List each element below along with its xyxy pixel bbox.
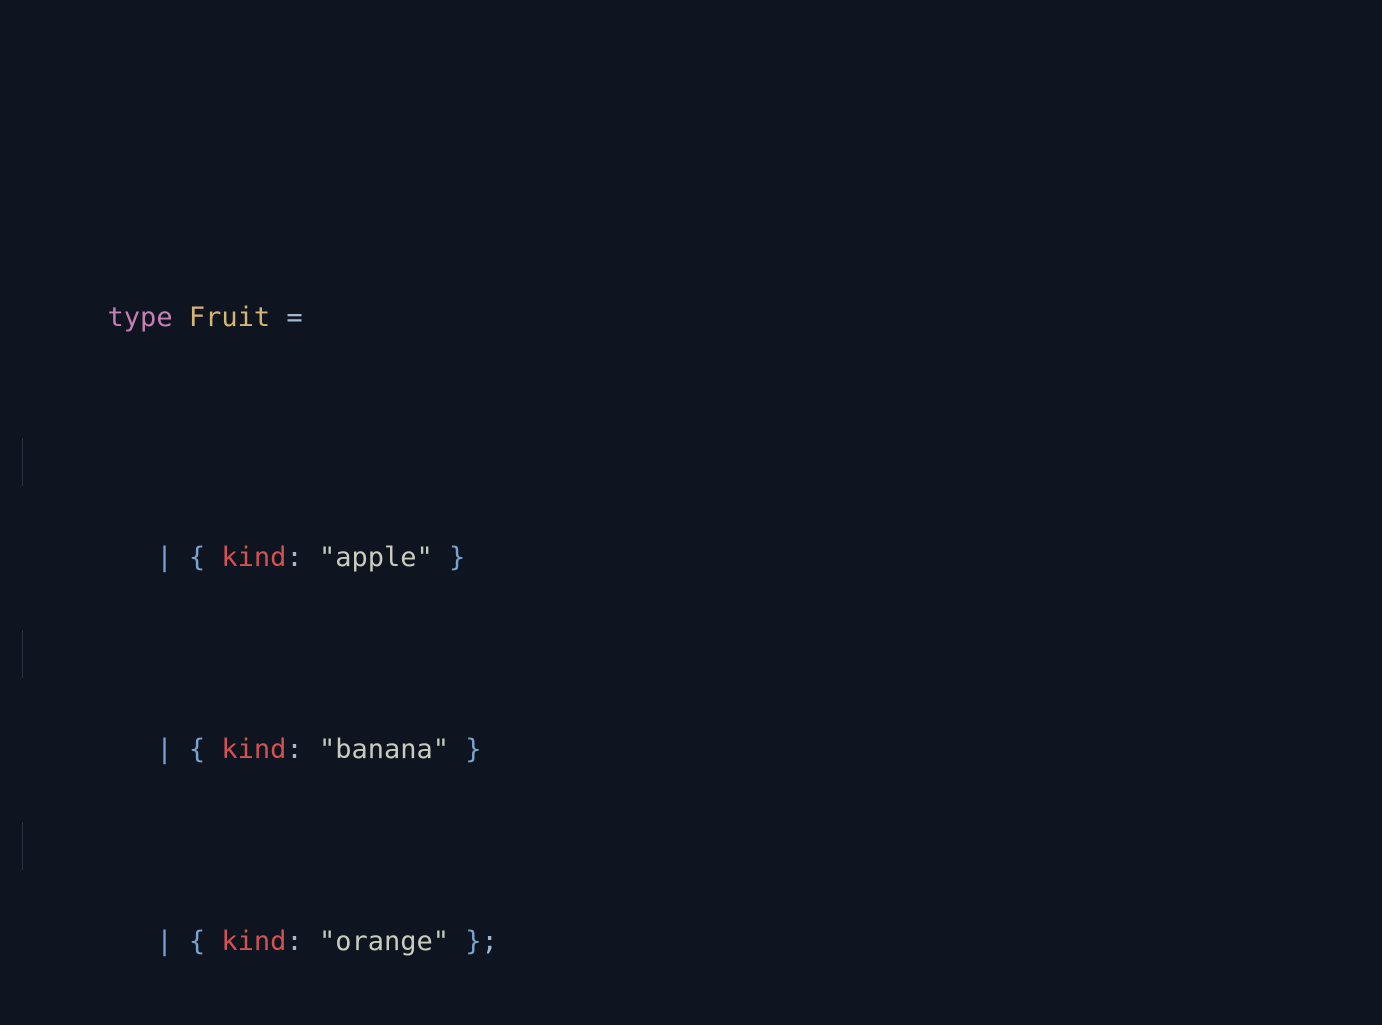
code-line[interactable]: | { kind: "orange" };: [10, 822, 1382, 870]
type-name: Fruit: [189, 302, 270, 333]
union-pipe: |: [156, 734, 172, 765]
property-name: kind: [221, 926, 286, 957]
brace-close: }: [449, 542, 465, 573]
code-editor[interactable]: type Fruit = | { kind: "apple" } | { kin…: [0, 0, 1382, 1025]
code-line[interactable]: type Fruit =: [10, 198, 1382, 246]
union-pipe: |: [156, 542, 172, 573]
brace-close: }: [465, 734, 481, 765]
string-literal: "apple": [319, 542, 433, 573]
colon: :: [286, 542, 302, 573]
union-pipe: |: [156, 926, 172, 957]
colon: :: [286, 926, 302, 957]
semicolon: ;: [482, 926, 498, 957]
code-line[interactable]: | { kind: "banana" }: [10, 630, 1382, 678]
property-name: kind: [221, 734, 286, 765]
string-literal: "orange": [319, 926, 449, 957]
brace-open: {: [189, 926, 205, 957]
string-literal: "banana": [319, 734, 449, 765]
brace-open: {: [189, 542, 205, 573]
brace-close: }: [465, 926, 481, 957]
colon: :: [286, 734, 302, 765]
operator-equals: =: [286, 302, 302, 333]
keyword-type: type: [108, 302, 173, 333]
brace-open: {: [189, 734, 205, 765]
property-name: kind: [221, 542, 286, 573]
code-line[interactable]: | { kind: "apple" }: [10, 438, 1382, 486]
